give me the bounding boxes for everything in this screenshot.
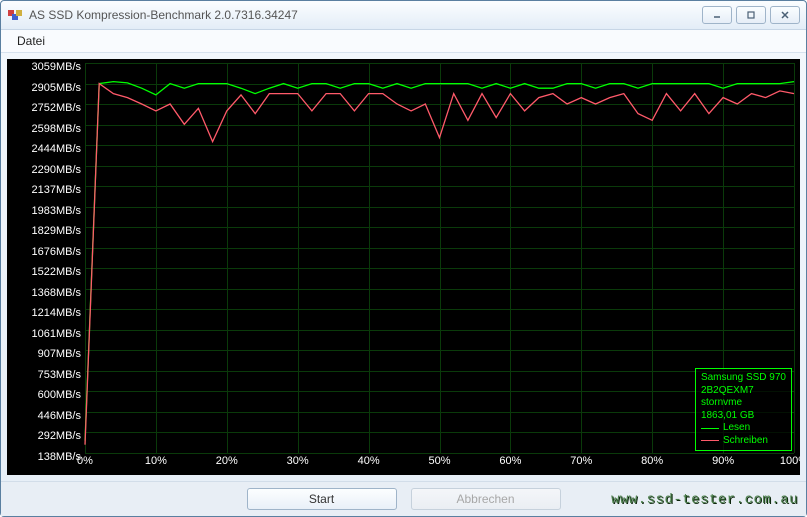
cancel-button[interactable]: Abbrechen bbox=[411, 488, 561, 510]
minimize-button[interactable] bbox=[702, 6, 732, 24]
y-tick-label: 2290MB/s bbox=[31, 164, 81, 176]
legend-write-row: Schreiben bbox=[701, 435, 786, 448]
y-tick-label: 1983MB/s bbox=[31, 205, 81, 217]
watermark: www.ssd-tester.com.au bbox=[611, 492, 798, 508]
y-tick-label: 2905MB/s bbox=[31, 82, 81, 94]
y-axis: 3059MB/s 2905MB/s 2752MB/s 2598MB/s 2444MB/s… bbox=[7, 63, 85, 453]
y-tick-label: 1829MB/s bbox=[31, 225, 81, 237]
y-tick-label: 1061MB/s bbox=[31, 328, 81, 340]
start-button[interactable]: Start bbox=[247, 488, 397, 510]
maximize-button[interactable] bbox=[736, 6, 766, 24]
plot-area: Samsung SSD 970 2B2QEXM7 stornvme 1863,0… bbox=[85, 63, 794, 453]
y-tick-label: 1676MB/s bbox=[31, 246, 81, 258]
legend-write-swatch bbox=[701, 440, 719, 441]
window-title: AS SSD Kompression-Benchmark 2.0.7316.34… bbox=[29, 8, 298, 22]
app-window: AS SSD Kompression-Benchmark 2.0.7316.34… bbox=[0, 0, 807, 517]
y-tick-label: 446MB/s bbox=[38, 410, 81, 422]
x-tick-label: 30% bbox=[287, 455, 309, 467]
x-tick-label: 10% bbox=[145, 455, 167, 467]
legend-device-2: 2B2QEXM7 bbox=[701, 385, 786, 398]
close-button[interactable] bbox=[770, 6, 800, 24]
legend-read-row: Lesen bbox=[701, 422, 786, 435]
menubar: Datei bbox=[1, 30, 806, 53]
y-tick-label: 2598MB/s bbox=[31, 123, 81, 135]
x-tick-label: 100% bbox=[780, 455, 800, 467]
x-tick-label: 90% bbox=[712, 455, 734, 467]
y-tick-label: 600MB/s bbox=[38, 389, 81, 401]
y-tick-label: 2444MB/s bbox=[31, 143, 81, 155]
legend-box: Samsung SSD 970 2B2QEXM7 stornvme 1863,0… bbox=[695, 368, 792, 451]
x-tick-label: 80% bbox=[641, 455, 663, 467]
y-tick-label: 2752MB/s bbox=[31, 102, 81, 114]
menu-file[interactable]: Datei bbox=[9, 32, 53, 50]
x-axis: 0%10%20%30%40%50%60%70%80%90%100% bbox=[85, 455, 794, 471]
legend-device-1: Samsung SSD 970 bbox=[701, 372, 786, 385]
bottom-bar: Start Abbrechen www.ssd-tester.com.au bbox=[1, 481, 806, 516]
x-tick-label: 20% bbox=[216, 455, 238, 467]
legend-write-label: Schreiben bbox=[723, 435, 768, 448]
y-tick-label: 138MB/s bbox=[38, 451, 81, 463]
y-tick-label: 2137MB/s bbox=[31, 184, 81, 196]
chart-area: 3059MB/s 2905MB/s 2752MB/s 2598MB/s 2444MB/s… bbox=[7, 59, 800, 475]
y-tick-label: 1522MB/s bbox=[31, 266, 81, 278]
x-tick-label: 50% bbox=[428, 455, 450, 467]
window-controls bbox=[702, 6, 800, 24]
x-tick-label: 0% bbox=[77, 455, 93, 467]
series-schreiben bbox=[85, 84, 794, 445]
legend-read-swatch bbox=[701, 428, 719, 429]
app-icon bbox=[7, 7, 23, 23]
series-lesen bbox=[85, 82, 794, 441]
legend-device-3: stornvme bbox=[701, 397, 786, 410]
y-tick-label: 1368MB/s bbox=[31, 287, 81, 299]
y-tick-label: 753MB/s bbox=[38, 369, 81, 381]
legend-device-4: 1863,01 GB bbox=[701, 410, 786, 423]
y-tick-label: 907MB/s bbox=[38, 348, 81, 360]
legend-read-label: Lesen bbox=[723, 422, 750, 435]
x-tick-label: 40% bbox=[358, 455, 380, 467]
x-tick-label: 60% bbox=[499, 455, 521, 467]
titlebar: AS SSD Kompression-Benchmark 2.0.7316.34… bbox=[1, 1, 806, 30]
y-tick-label: 1214MB/s bbox=[31, 307, 81, 319]
x-tick-label: 70% bbox=[570, 455, 592, 467]
y-tick-label: 3059MB/s bbox=[31, 61, 81, 73]
y-tick-label: 292MB/s bbox=[38, 430, 81, 442]
